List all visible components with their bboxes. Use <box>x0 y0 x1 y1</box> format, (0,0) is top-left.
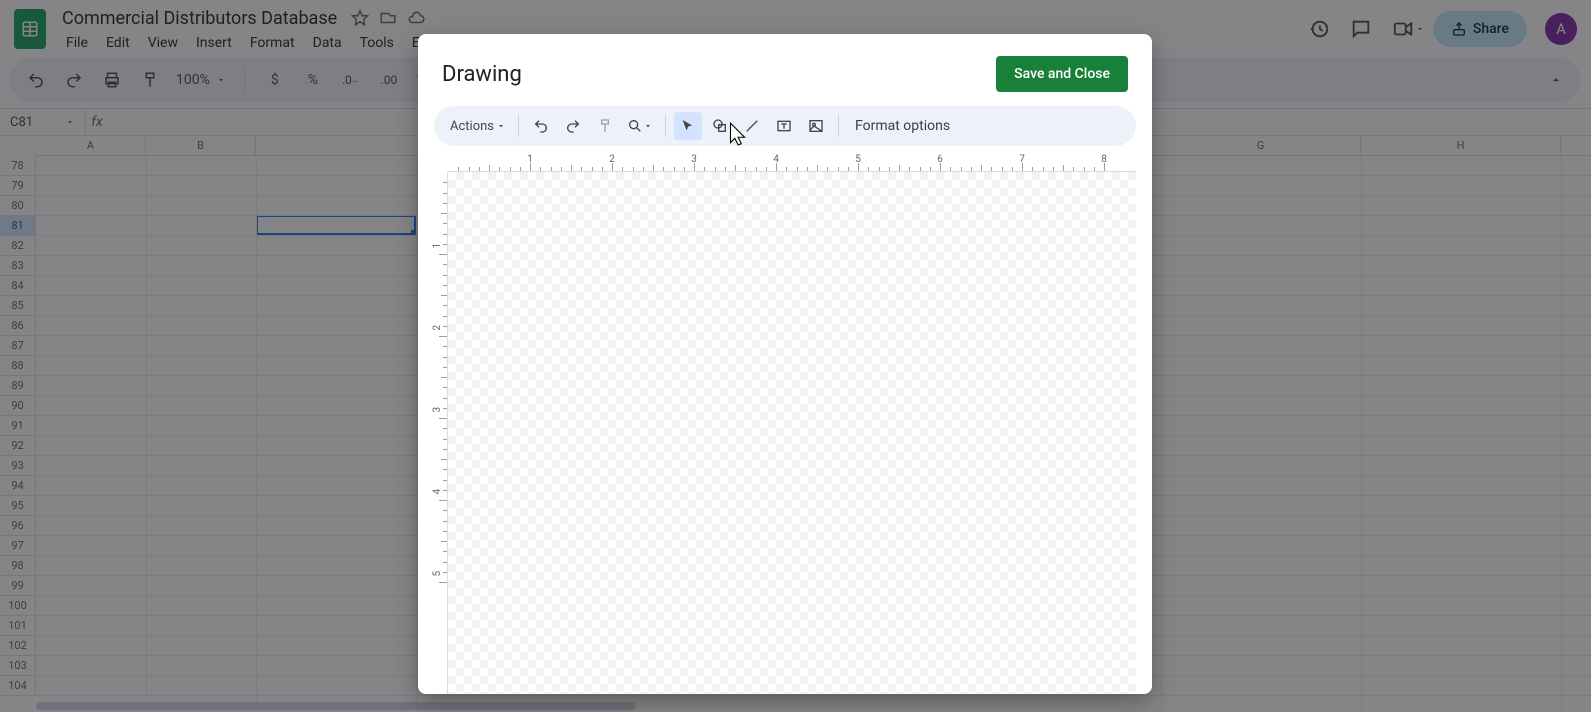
dialog-title: Drawing <box>442 62 522 87</box>
drawing-canvas[interactable] <box>448 172 1136 694</box>
shape-tool-icon[interactable] <box>706 112 734 140</box>
vertical-ruler[interactable]: 12345 <box>432 172 448 694</box>
paint-format-icon[interactable] <box>591 112 619 140</box>
format-options-button[interactable]: Format options <box>847 118 958 134</box>
horizontal-ruler[interactable]: 12345678 <box>448 154 1136 172</box>
drawing-dialog: Drawing Save and Close Actions Format op… <box>418 34 1152 694</box>
line-tool-icon[interactable] <box>738 112 766 140</box>
drawing-canvas-area: 12345678 12345 <box>418 154 1136 694</box>
drawing-toolbar: Actions Format options <box>434 106 1136 146</box>
redo-icon[interactable] <box>559 112 587 140</box>
textbox-tool-icon[interactable] <box>770 112 798 140</box>
actions-dropdown[interactable]: Actions <box>446 112 510 140</box>
save-and-close-button[interactable]: Save and Close <box>996 56 1128 92</box>
image-tool-icon[interactable] <box>802 112 830 140</box>
undo-icon[interactable] <box>527 112 555 140</box>
select-tool-icon[interactable] <box>674 112 702 140</box>
zoom-dropdown[interactable] <box>623 112 657 140</box>
